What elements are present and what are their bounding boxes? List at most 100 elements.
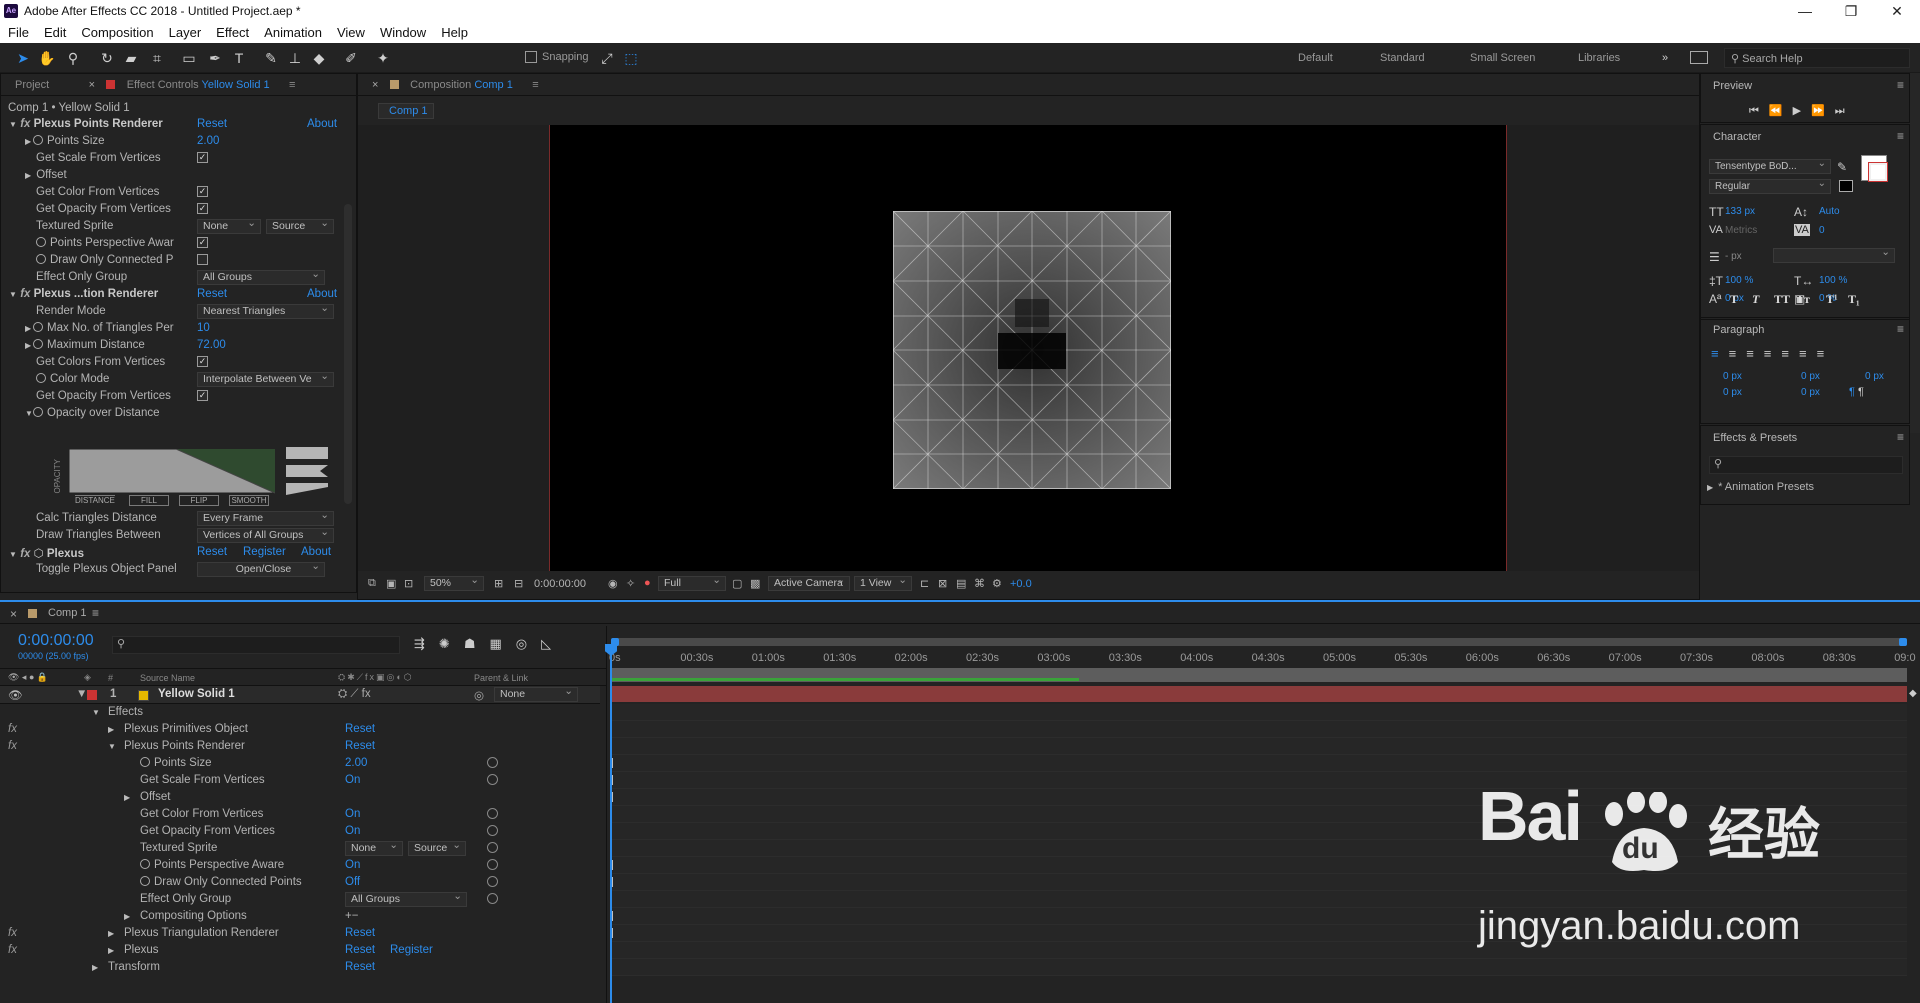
work-area-bar[interactable] <box>611 638 1907 646</box>
menu-layer[interactable]: Layer <box>161 22 209 40</box>
menu-file[interactable]: File <box>0 22 36 40</box>
all-caps-button[interactable]: TT <box>1774 292 1790 307</box>
panel-menu-icon[interactable]: ≡ <box>524 74 546 96</box>
kerning-value[interactable]: Metrics <box>1725 225 1757 236</box>
font-family-dropdown[interactable]: Tensentype BoD... <box>1709 157 1831 174</box>
space-after-value[interactable]: 0 px <box>1801 387 1820 398</box>
last-frame-icon[interactable]: ⏭ <box>1835 105 1855 117</box>
property-value[interactable]: On <box>345 859 360 871</box>
about-button[interactable]: About <box>307 288 337 300</box>
expand-arrow-icon[interactable]: ▶ <box>108 946 116 955</box>
expand-arrow-icon[interactable]: ▶ <box>108 929 116 938</box>
parent-dropdown[interactable]: None <box>494 685 578 702</box>
property-value[interactable]: Reset <box>345 944 375 956</box>
property-track[interactable] <box>611 738 1907 755</box>
ltr-icon[interactable]: ¶ <box>1849 386 1855 398</box>
eraser-tool-icon[interactable]: ◆ <box>308 47 330 69</box>
expand-arrow-icon[interactable]: ▶ <box>124 793 132 802</box>
frame-blending-icon[interactable]: ▦ <box>489 636 515 651</box>
ec-effect-plexus-points-renderer[interactable]: ▼ fx Plexus Points Renderer Reset About <box>1 116 341 133</box>
indent-left-value[interactable]: 0 px <box>1723 371 1742 382</box>
expression-pickwhip-icon[interactable] <box>487 808 498 819</box>
get-colors-checkbox[interactable]: ✓ <box>197 356 208 367</box>
stopwatch-icon[interactable] <box>36 254 46 264</box>
reset-button[interactable]: Reset <box>197 118 227 130</box>
snapping-checkbox[interactable] <box>525 51 537 63</box>
graph-fill-button[interactable]: FILL <box>129 495 169 506</box>
menu-window[interactable]: Window <box>372 22 433 40</box>
justify-left-icon[interactable]: ≡ <box>1764 346 1782 361</box>
camera-tool-icon[interactable]: ▰ <box>120 47 142 69</box>
stroke-width-value[interactable]: - px <box>1725 251 1742 262</box>
opacity-graph[interactable]: OPACITY DISTANCE FILL FLIP SMOOTH <box>53 448 276 509</box>
points-size-value[interactable]: 2.00 <box>197 135 219 147</box>
fast-previews-icon[interactable]: ⊠ <box>938 577 947 590</box>
alignment-buttons[interactable]: ≡≡≡≡≡≡≡ <box>1711 346 1834 361</box>
channel-icon[interactable]: ● <box>644 577 651 589</box>
pen-tool-icon[interactable]: ✒ <box>204 47 226 69</box>
layer-switches-icons[interactable]: ⛭ ⟋ fx <box>338 688 371 701</box>
sprite-source-dropdown[interactable]: Source <box>266 217 334 234</box>
pan-behind-tool-icon[interactable]: ⌗ <box>146 47 168 69</box>
expression-pickwhip-icon[interactable] <box>487 757 498 768</box>
brush-tool-icon[interactable]: ✎ <box>260 47 282 69</box>
calc-distance-dropdown[interactable]: Every Frame <box>197 509 334 526</box>
more-workspaces-icon[interactable]: » <box>1662 52 1668 64</box>
fx-icon[interactable]: fx <box>8 740 17 752</box>
play-icon[interactable]: ▶ <box>1793 105 1811 117</box>
shy-layers-icon[interactable]: ☗ <box>464 636 490 651</box>
playback-controls[interactable]: ⏮⏪▶⏩⏭ <box>1749 104 1855 118</box>
stroke-style-dropdown[interactable] <box>1773 246 1895 263</box>
effect-only-group-dropdown[interactable]: All Groups <box>197 268 325 285</box>
comp-mini-flowchart-icon[interactable]: ⇶ <box>414 636 439 651</box>
stopwatch-icon[interactable] <box>140 859 150 869</box>
transparency-grid-icon[interactable]: ▩ <box>750 577 760 590</box>
property-row[interactable]: ▶ Compositing Options +− <box>0 908 600 925</box>
property-row[interactable]: ▶ Transform Reset <box>0 959 600 976</box>
textured-sprite-dropdown[interactable]: None <box>197 217 261 234</box>
property-row[interactable]: Get Color From Vertices On <box>0 806 600 823</box>
get-color-checkbox[interactable]: ✓ <box>197 186 208 197</box>
render-mode-dropdown[interactable]: Nearest Triangles <box>197 302 334 319</box>
selection-tool-icon[interactable]: ➤ <box>12 47 34 69</box>
puppet-pin-tool-icon[interactable]: ✦ <box>372 47 394 69</box>
workspace-default[interactable]: Default <box>1298 52 1333 64</box>
maximize-icon[interactable]: ❐ <box>1828 0 1874 22</box>
property-value[interactable]: +− <box>345 910 358 922</box>
tab-timeline-comp[interactable]: Comp 1 <box>48 607 87 619</box>
workspace-small-screen[interactable]: Small Screen <box>1470 52 1535 64</box>
property-value[interactable]: On <box>345 808 360 820</box>
timeline-switches[interactable]: ⇶✺☗▦◎◺ <box>414 636 565 652</box>
visibility-eye-icon[interactable]: 👁 <box>8 688 23 702</box>
panel-menu-icon[interactable]: ≡ <box>1897 129 1904 143</box>
property-row[interactable]: fx ▶ Plexus Triangulation Renderer Reset <box>0 925 600 942</box>
comp-viewer[interactable] <box>549 125 1507 571</box>
column-source-name[interactable]: Source Name <box>140 673 195 683</box>
register-button[interactable]: Register <box>390 944 433 956</box>
expression-pickwhip-icon[interactable] <box>487 893 498 904</box>
stopwatch-icon[interactable] <box>33 407 43 417</box>
about-button[interactable]: About <box>301 546 331 558</box>
next-frame-icon[interactable]: ⏩ <box>1811 105 1835 117</box>
rectangle-tool-icon[interactable]: ▭ <box>178 47 200 69</box>
menu-view[interactable]: View <box>329 22 372 40</box>
property-dropdown[interactable]: None <box>345 839 403 856</box>
tracking-value[interactable]: 0 <box>1819 225 1825 236</box>
expand-arrow-icon[interactable]: ▶ <box>108 725 116 734</box>
eyedropper-icon[interactable]: ✎ <box>1837 160 1847 174</box>
property-value[interactable]: Reset <box>345 961 375 973</box>
property-row[interactable]: Textured Sprite None Source <box>0 839 600 857</box>
ec-scrollbar[interactable] <box>344 204 352 504</box>
reset-exposure-icon[interactable]: ⚙ <box>992 577 1002 590</box>
expression-pickwhip-icon[interactable] <box>487 876 498 887</box>
max-triangles-value[interactable]: 10 <box>197 322 210 334</box>
always-preview-icon[interactable]: ⧉ <box>368 577 376 590</box>
vertical-scale-value[interactable]: 100 % <box>1725 275 1753 286</box>
menu-animation[interactable]: Animation <box>256 22 329 40</box>
max-distance-value[interactable]: 72.00 <box>197 339 226 351</box>
indent-right-value[interactable]: 0 px <box>1865 371 1884 382</box>
get-opacity-2-checkbox[interactable]: ✓ <box>197 390 208 401</box>
property-value[interactable]: On <box>345 825 360 837</box>
property-row[interactable]: ▶ Offset <box>0 789 600 806</box>
panel-menu-icon[interactable]: ≡ <box>281 74 303 96</box>
